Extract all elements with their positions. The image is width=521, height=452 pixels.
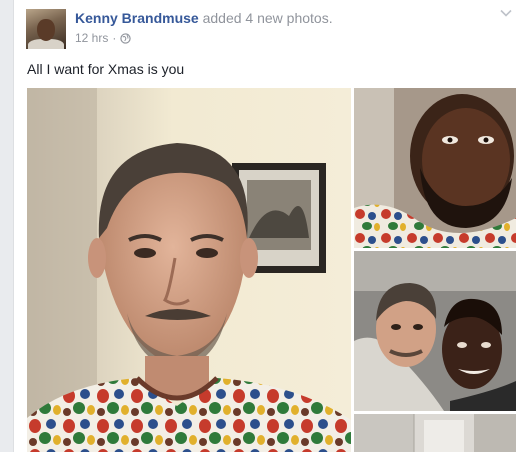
post-text: All I want for Xmas is you bbox=[27, 61, 185, 77]
chevron-down-icon[interactable] bbox=[500, 9, 512, 17]
meta-separator: · bbox=[112, 31, 117, 45]
photo-mid-right[interactable] bbox=[354, 251, 516, 411]
photo-main[interactable] bbox=[27, 88, 351, 452]
post-header: Kenny Brandmuse added 4 new photos. bbox=[75, 10, 333, 26]
globe-icon[interactable] bbox=[120, 32, 132, 44]
feed-post: Kenny Brandmuse added 4 new photos. 12 h… bbox=[13, 0, 521, 452]
author-name-link[interactable]: Kenny Brandmuse bbox=[75, 10, 199, 26]
photo-bottom-right[interactable] bbox=[354, 414, 516, 452]
avatar-face bbox=[37, 19, 55, 41]
post-action-text: added 4 new photos. bbox=[198, 10, 333, 26]
avatar[interactable] bbox=[26, 9, 66, 49]
photo-top-right[interactable] bbox=[354, 88, 516, 248]
post-timestamp[interactable]: 12 hrs bbox=[75, 31, 108, 45]
post-meta: 12 hrs · bbox=[75, 31, 132, 45]
